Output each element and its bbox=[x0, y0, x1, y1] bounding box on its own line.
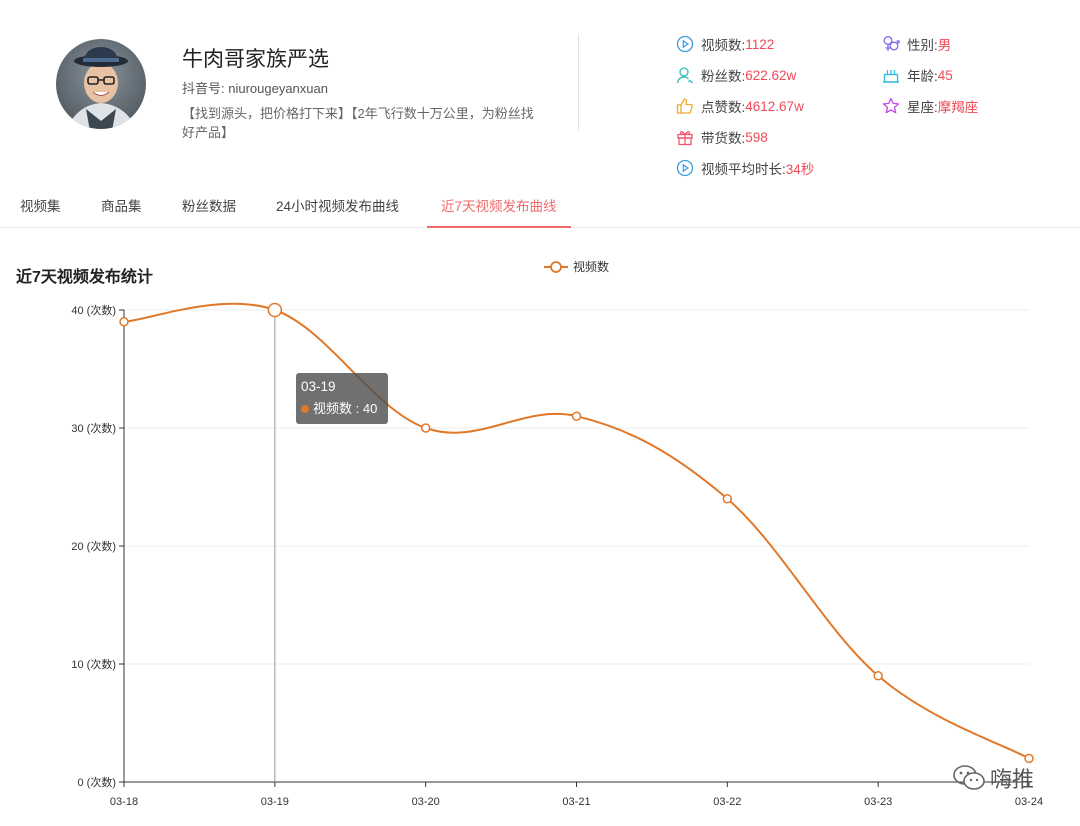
stat-label: 性别: bbox=[907, 38, 938, 53]
cake-icon bbox=[883, 70, 899, 83]
profile-header: 牛肉哥家族严选 抖音号: niurougeyanxuan 【找到源头，把价格打下… bbox=[0, 0, 1080, 185]
thumbs-up-icon bbox=[676, 98, 693, 114]
stat-value: 622.62w bbox=[745, 67, 797, 83]
tooltip-date: 03-19 bbox=[301, 379, 336, 394]
stat-video-count: 视频数: 1122 bbox=[676, 34, 774, 54]
data-point bbox=[420, 423, 431, 433]
line-chart: 0 (次数) 10 (次数) 20 (次数) 30 (次数) 40 (次数) 03-18 0… bbox=[71, 259, 1043, 808]
tab-video-collection[interactable]: 视频集 bbox=[20, 186, 61, 228]
avatar-image bbox=[56, 39, 146, 129]
stat-gender: 性别: 男 bbox=[882, 34, 951, 54]
tab-24h-publish-curve[interactable]: 24小时视频发布曲线 bbox=[276, 186, 399, 228]
tab-7day-publish-curve[interactable]: 近7天视频发布曲线 bbox=[427, 186, 571, 228]
tooltip-series: 视频数 bbox=[313, 401, 353, 416]
x-tick-label: 03-20 bbox=[412, 796, 440, 808]
chart-tooltip: 03-19 视频数 : 40 bbox=[296, 373, 388, 424]
axis-labels: 0 (次数) 10 (次数) 20 (次数) 30 (次数) 40 (次数) 03-18 0… bbox=[71, 303, 1043, 808]
stat-label: 带货数: bbox=[701, 131, 746, 146]
tooltip-sep: : bbox=[352, 401, 363, 416]
watermark-text: 嗨推 bbox=[990, 767, 1035, 792]
stat-fans: 粉丝数: 622.62w bbox=[676, 65, 796, 85]
data-points bbox=[119, 302, 1034, 764]
stat-value: 598 bbox=[745, 129, 768, 145]
data-point bbox=[722, 494, 733, 504]
stat-age: 年龄: 45 bbox=[882, 65, 953, 85]
stat-value: 45 bbox=[937, 67, 953, 83]
profile-handle: 抖音号: niurougeyanxuan bbox=[182, 78, 328, 97]
gift-icon bbox=[677, 130, 693, 146]
stat-value: 摩羯座 bbox=[937, 100, 979, 115]
axes bbox=[119, 309, 1030, 787]
stat-value: 男 bbox=[937, 38, 952, 53]
y-tick-label: 20 (次数) bbox=[71, 539, 116, 553]
play-circle-icon bbox=[676, 35, 694, 53]
y-tick-label: 40 (次数) bbox=[71, 303, 116, 317]
tab-product-collection[interactable]: 商品集 bbox=[101, 186, 142, 228]
header-divider bbox=[578, 34, 579, 130]
x-tick-label: 03-23 bbox=[864, 796, 892, 808]
star-icon bbox=[882, 97, 900, 114]
data-point bbox=[873, 671, 883, 681]
gender-icon bbox=[883, 36, 900, 51]
tab-bar: 视频集 商品集 粉丝数据 24小时视频发布曲线 近7天视频发布曲线 bbox=[0, 186, 1080, 228]
legend[interactable]: 视频数 bbox=[544, 259, 609, 274]
stat-likes: 点赞数: 4612.67w bbox=[676, 96, 804, 116]
stat-label: 点赞数: bbox=[701, 100, 746, 115]
legend-label: 视频数 bbox=[573, 259, 609, 274]
grid-lines bbox=[124, 309, 1029, 665]
x-tick-label: 03-19 bbox=[261, 796, 289, 808]
wechat-icon bbox=[953, 765, 985, 790]
x-tick-label: 03-24 bbox=[1015, 796, 1043, 808]
series-line bbox=[123, 302, 1030, 760]
stat-value: 1122 bbox=[745, 36, 775, 52]
stat-label: 视频数: bbox=[701, 38, 746, 53]
handle-label: 抖音号: bbox=[182, 81, 229, 96]
tooltip-value: 40 bbox=[362, 401, 378, 416]
profile-bio: 【找到源头，把价格打下来】【2年飞行数十万公里，为粉丝找好产品】 bbox=[182, 106, 534, 140]
handle-value: niurougeyanxuan bbox=[228, 81, 328, 96]
stat-avg-duration: 视频平均时长: 34秒 bbox=[676, 158, 814, 178]
stat-value: 34秒 bbox=[785, 162, 815, 177]
profile-name: 牛肉哥家族严选 bbox=[182, 48, 329, 71]
stat-zodiac: 星座: 摩羯座 bbox=[882, 96, 978, 116]
user-icon bbox=[676, 67, 693, 84]
x-tick-label: 03-22 bbox=[713, 796, 741, 808]
tooltip-series-dot bbox=[301, 405, 309, 413]
data-point bbox=[267, 302, 283, 318]
stat-label: 粉丝数: bbox=[701, 69, 746, 84]
stat-value: 4612.67w bbox=[745, 98, 804, 114]
tooltip-row: 视频数 : 40 bbox=[301, 398, 383, 417]
avatar[interactable] bbox=[56, 39, 146, 129]
legend-marker bbox=[550, 261, 562, 273]
stat-label: 视频平均时长: bbox=[701, 162, 786, 177]
y-tick-label: 30 (次数) bbox=[71, 421, 116, 435]
tab-fan-data[interactable]: 粉丝数据 bbox=[182, 186, 236, 228]
watermark: 嗨推 bbox=[952, 762, 1034, 794]
play-circle-icon bbox=[676, 159, 694, 177]
data-point bbox=[571, 411, 582, 421]
stat-goods: 带货数: 598 bbox=[676, 127, 768, 147]
stat-label: 星座: bbox=[907, 100, 938, 115]
y-tick-label: 10 (次数) bbox=[71, 657, 116, 671]
y-tick-label: 0 (次数) bbox=[78, 775, 117, 789]
x-tick-label: 03-21 bbox=[562, 796, 590, 808]
x-tick-label: 03-18 bbox=[110, 796, 138, 808]
data-point bbox=[119, 317, 129, 327]
stat-label: 年龄: bbox=[907, 69, 938, 84]
